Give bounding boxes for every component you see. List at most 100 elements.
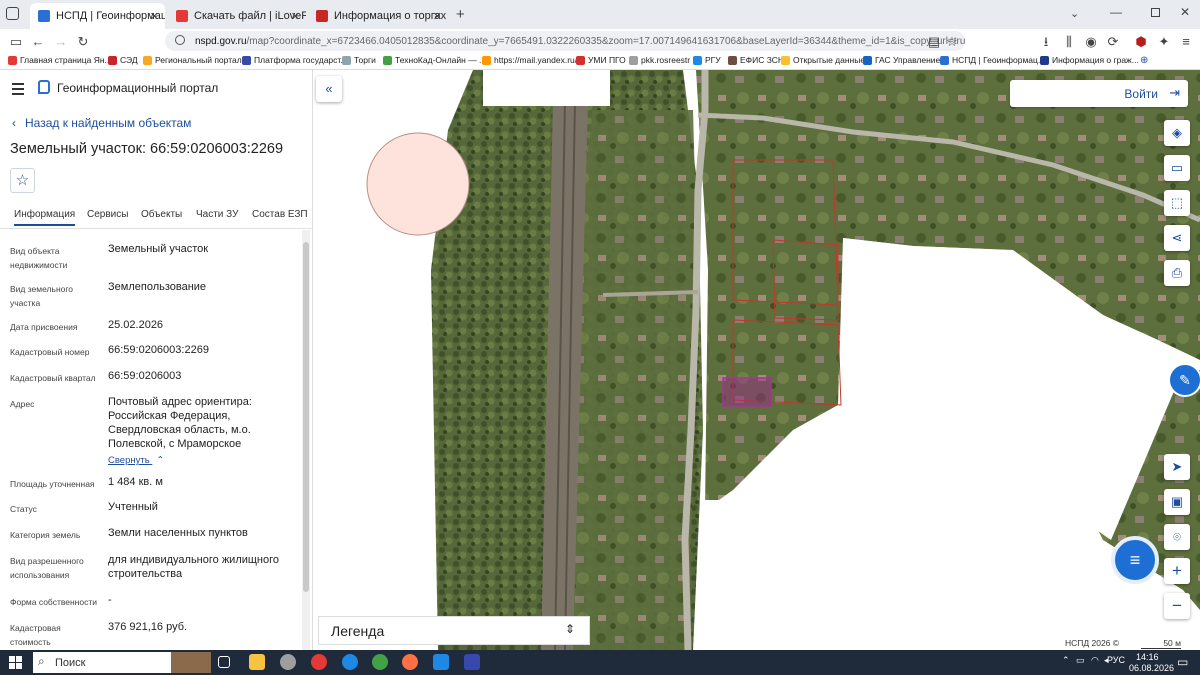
bookmark-item[interactable]: УМИ ПГО [576, 55, 626, 65]
gas-icon [863, 55, 872, 65]
bookmark-item[interactable]: Информация о граж... [1040, 55, 1139, 65]
tab-ilovepdf[interactable]: Скачать файл | iLovePDF ✕ [168, 3, 306, 29]
collapse-panel-button[interactable]: « [316, 76, 342, 102]
tab-actions-icon[interactable] [6, 7, 19, 20]
tab-information[interactable]: Информация [14, 209, 76, 226]
network-icon[interactable]: ▭ [1076, 655, 1085, 666]
library-icon[interactable]: ⫼ [1061, 34, 1077, 50]
tray-chevron-icon[interactable]: ⌃ [1062, 655, 1070, 666]
extension-shield-icon[interactable]: ⬢ [1133, 34, 1149, 50]
tab-list-icon[interactable]: ⌄ [1070, 7, 1079, 20]
close-tab-icon[interactable]: ✕ [150, 10, 159, 23]
notifications-icon[interactable]: ▭ [1177, 655, 1188, 669]
chat-button[interactable]: ≡ [1111, 536, 1159, 584]
forward-arrow-icon[interactable]: → [53, 34, 69, 50]
basemap-button[interactable]: ▣ [1164, 489, 1190, 515]
presentation-app-icon[interactable] [433, 654, 449, 670]
bookmark-item[interactable]: Платформа государст... [242, 55, 347, 65]
bookmark-item[interactable]: ТехноКад-Онлайн — ... [383, 55, 486, 65]
select-area-button[interactable]: ⬚ [1164, 190, 1190, 216]
bookmark-star-icon[interactable]: ☆ [944, 34, 960, 50]
bookmark-item[interactable]: НСПД | Геоинформац... [940, 55, 1045, 65]
bookmark-item[interactable]: https://mail.yandex.ru/ [482, 55, 577, 65]
layers-button[interactable]: ◈ [1164, 120, 1190, 146]
geolocate-button[interactable]: ➤ [1164, 454, 1190, 480]
nspd-bookmark-icon [940, 55, 949, 65]
field-label: Вид объекта недвижимости [10, 246, 68, 270]
login-button[interactable]: Войти ⇥ [1010, 80, 1188, 107]
maximize-icon[interactable] [1151, 8, 1160, 17]
extensions-icon[interactable]: ✦ [1156, 34, 1172, 50]
bookmark-item[interactable]: Открытые данные [781, 55, 865, 65]
reader-view-icon[interactable]: ▤ [926, 34, 942, 50]
bookmark-item[interactable]: Региональный портал... [143, 55, 249, 65]
file-explorer-icon[interactable] [249, 654, 265, 670]
close-tab-icon[interactable]: ✕ [433, 10, 442, 23]
document-app-icon[interactable] [464, 654, 480, 670]
hamburger-menu-icon[interactable] [12, 83, 24, 95]
ilovepdf-favicon-icon [176, 10, 188, 22]
satellite-map[interactable] [313, 70, 1200, 650]
close-tab-icon[interactable]: ✕ [291, 10, 300, 23]
windows-start-icon[interactable] [9, 656, 22, 669]
share-button[interactable]: ⋖ [1164, 225, 1190, 251]
top-white-strip [483, 70, 610, 106]
ruler-button[interactable]: ▭ [1164, 155, 1190, 181]
firefox-icon[interactable] [402, 654, 418, 670]
bookmarks-menu-icon[interactable]: ⊕ [1140, 55, 1148, 66]
collapse-link[interactable]: Свернуть ⌃ [108, 455, 164, 466]
clock-time[interactable]: 14:16 [1136, 652, 1159, 662]
wifi-icon[interactable]: ◠ [1091, 655, 1099, 666]
menu-icon[interactable]: ≡ [1178, 34, 1194, 50]
search-location-button[interactable]: ⌾ [1164, 524, 1190, 550]
favorite-star-icon[interactable]: ☆ [10, 168, 35, 193]
yandex-browser-icon[interactable] [311, 654, 327, 670]
zoom-in-button[interactable]: + [1164, 558, 1190, 584]
bookmark-item[interactable]: СЭД [108, 55, 138, 65]
panel-scrollbar[interactable] [302, 230, 310, 650]
search-decoration [171, 652, 211, 673]
edge-icon[interactable] [342, 654, 358, 670]
print-button[interactable]: ⎙ [1164, 260, 1190, 286]
window-close-icon[interactable]: ✕ [1180, 5, 1190, 19]
chrome-icon[interactable] [372, 654, 388, 670]
tab-ezp[interactable]: Состав ЕЗП [252, 209, 308, 220]
tab-parts[interactable]: Части ЗУ [196, 209, 238, 220]
taskbar-search[interactable]: ⌕ Поиск [33, 652, 211, 673]
sync-icon[interactable]: ⟳ [1105, 34, 1121, 50]
bookmark-item[interactable]: ГАС Управление [863, 55, 940, 65]
app-icon[interactable] [280, 654, 296, 670]
downloads-icon[interactable]: ⭳ [1038, 34, 1054, 50]
info-tabs: Информация Сервисы Объекты Части ЗУ Сост… [0, 207, 312, 229]
selected-parcel[interactable] [722, 377, 772, 407]
bookmark-item[interactable]: РГУ [693, 55, 721, 65]
map-view[interactable]: « Войти ⇥ ◈ ▭ ⬚ ⋖ ⎙ ✎ ➤ ▣ ⌾ ≡ + − Легенд… [313, 70, 1200, 650]
bookmark-item[interactable]: pkk.rosreestr [629, 55, 690, 65]
new-tab-icon[interactable]: + [456, 6, 465, 23]
reload-icon[interactable]: ↻ [75, 34, 91, 50]
bookmark-item[interactable]: Торги [342, 55, 376, 65]
sidebar-toggle-icon[interactable]: ▭ [8, 34, 24, 50]
back-arrow-icon[interactable]: ← [30, 34, 46, 50]
account-icon[interactable]: ◉ [1083, 34, 1099, 50]
minimize-icon[interactable]: — [1110, 5, 1122, 19]
legend-dropdown[interactable]: Легенда ⇕ [318, 616, 590, 645]
address-bar[interactable]: nspd.gov.ru/map?coordinate_x=6723466.040… [165, 31, 965, 51]
bookmark-item[interactable]: Главная страница Ян... [8, 55, 112, 65]
zoom-out-button[interactable]: − [1164, 593, 1190, 619]
site-info-icon[interactable] [175, 35, 185, 45]
expand-icon: ⇕ [564, 622, 575, 636]
tab-nspd[interactable]: НСПД | Геоинформационный ✕ [30, 3, 165, 29]
field-value: Земельный участок [108, 243, 209, 255]
assistant-button[interactable]: ✎ [1168, 363, 1200, 397]
task-view-icon[interactable] [218, 656, 230, 668]
bookmark-item[interactable]: ЕФИС ЗСН [728, 55, 784, 65]
tab-torgi[interactable]: Информация о торгах — Главн ✕ [308, 3, 448, 29]
back-to-results-link[interactable]: ‹ Назад к найденным объектам [12, 116, 191, 130]
tab-services[interactable]: Сервисы [87, 209, 128, 220]
language-indicator[interactable]: РУС [1107, 655, 1125, 665]
clock-date[interactable]: 06.08.2026 [1129, 663, 1174, 673]
gov-platform-icon [242, 55, 251, 65]
scrollbar-thumb[interactable] [303, 242, 309, 592]
tab-objects[interactable]: Объекты [141, 209, 182, 220]
